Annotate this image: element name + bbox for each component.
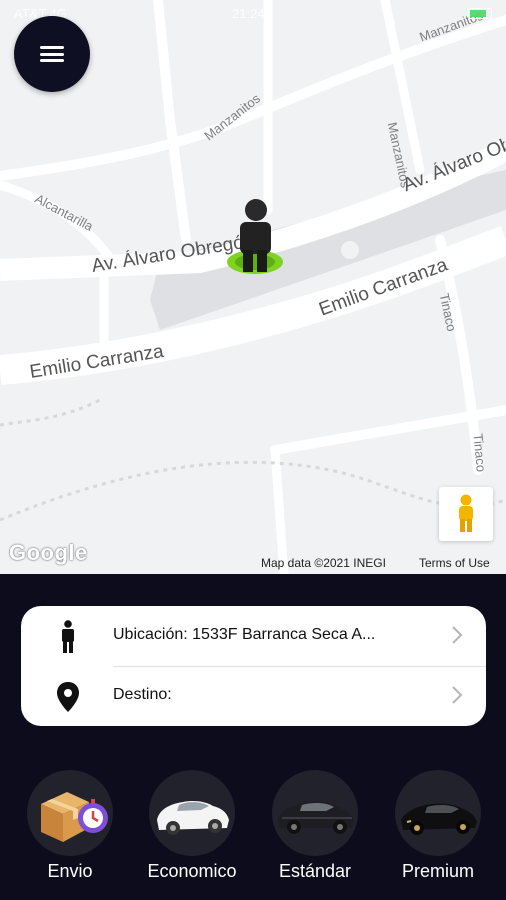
service-label: Estándar xyxy=(278,861,352,881)
destination-text: Destino: xyxy=(113,686,172,703)
map-view[interactable]: Manzanitos Manzanitos Manzanitos Alcanta… xyxy=(0,0,506,574)
premium-car-icon xyxy=(395,770,481,856)
origin-text: Ubicación: 1533F Barranca Seca A... xyxy=(113,626,376,643)
bottom-panel: Ubicación: 1533F Barranca Seca A... Dest… xyxy=(0,574,506,900)
black-car-icon xyxy=(272,770,358,856)
terms-of-use-link[interactable]: Terms of Use xyxy=(419,556,490,570)
service-options: Envio Economico Estándar Premium xyxy=(0,770,506,890)
service-premium[interactable]: Premium xyxy=(383,770,493,890)
service-label: Economico xyxy=(147,861,237,881)
route-card: Ubicación: 1533F Barranca Seca A... Dest… xyxy=(21,606,486,726)
menu-button[interactable] xyxy=(14,16,90,92)
google-logo: Google xyxy=(9,540,88,565)
location-pin-icon xyxy=(55,681,81,713)
chevron-right-icon xyxy=(452,626,463,644)
service-label: Premium xyxy=(401,861,474,881)
pegman-icon xyxy=(459,494,473,532)
person-marker-icon xyxy=(227,199,283,274)
hamburger-menu-icon xyxy=(40,46,64,62)
map-streets xyxy=(0,0,506,574)
service-estandar[interactable]: Estándar xyxy=(260,770,370,890)
service-envio[interactable]: Envio xyxy=(15,770,125,890)
package-icon xyxy=(27,770,113,856)
street-view-button[interactable] xyxy=(439,487,493,541)
destination-row[interactable]: Destino: xyxy=(21,666,486,726)
service-economico[interactable]: Economico xyxy=(137,770,247,890)
chevron-right-icon xyxy=(452,686,463,704)
white-car-icon xyxy=(149,770,235,856)
person-icon xyxy=(55,620,81,653)
battery-icon xyxy=(468,8,492,19)
service-label: Envio xyxy=(47,861,93,881)
map-data-attribution: Map data ©2021 INEGI xyxy=(261,556,386,570)
street-label: Tinaco xyxy=(470,432,489,473)
origin-row[interactable]: Ubicación: 1533F Barranca Seca A... xyxy=(21,606,486,666)
clock-label: 21:24 xyxy=(232,6,265,21)
